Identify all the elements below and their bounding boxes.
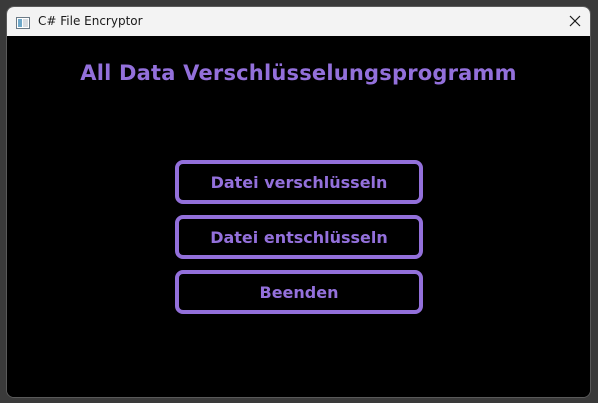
app-icon — [16, 14, 30, 29]
decrypt-file-button[interactable]: Datei entschlüsseln — [175, 215, 423, 259]
main-content: All Data Verschlüsselungsprogramm Datei … — [7, 36, 590, 397]
exit-button[interactable]: Beenden — [175, 270, 423, 314]
close-button[interactable] — [560, 7, 590, 36]
window-title: C# File Encryptor — [38, 14, 143, 28]
app-window: C# File Encryptor All Data Verschlüsselu… — [6, 6, 591, 398]
page-title: All Data Verschlüsselungsprogramm — [80, 61, 517, 85]
title-bar[interactable]: C# File Encryptor — [7, 7, 590, 36]
close-icon — [569, 12, 581, 31]
encrypt-file-button[interactable]: Datei verschlüsseln — [175, 160, 423, 204]
